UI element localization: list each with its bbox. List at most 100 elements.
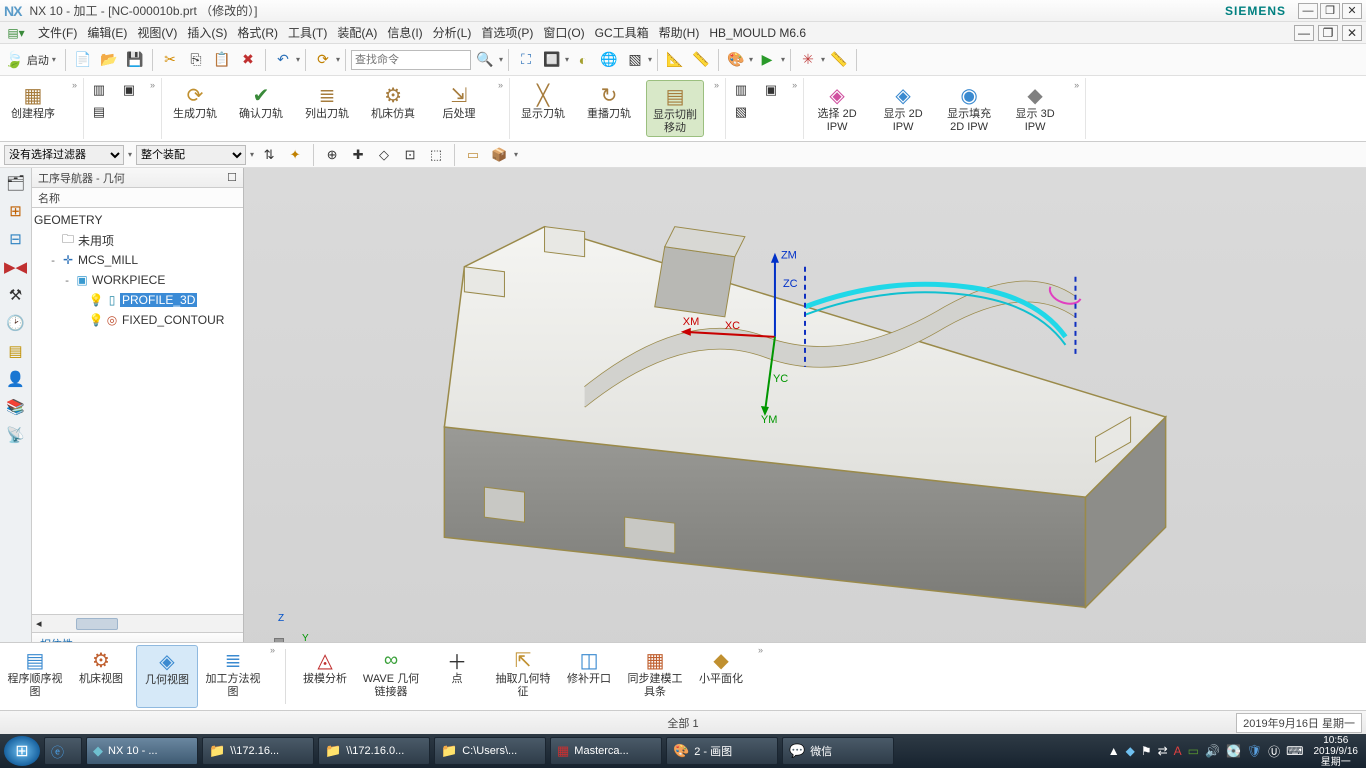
tree-workpiece[interactable]: -▣WORKPIECE — [32, 270, 243, 290]
childwin-close[interactable]: ✕ — [1342, 25, 1362, 41]
unit-icon[interactable]: 📦 — [488, 145, 510, 165]
snap1-icon[interactable]: ⊕ — [321, 145, 343, 165]
tray-a-icon[interactable]: A — [1174, 744, 1182, 758]
select-2dipw-button[interactable]: ◈选择 2D IPW — [808, 80, 866, 135]
menu-prefs[interactable]: 首选项(P) — [481, 24, 533, 41]
task-item[interactable]: 📁\\172.16... — [202, 737, 314, 765]
group4-expander[interactable]: » — [1072, 80, 1081, 90]
snap2-icon[interactable]: ✚ — [347, 145, 369, 165]
rail-machine-icon[interactable]: ⚒ — [3, 282, 29, 308]
tree-unused[interactable]: 🗀未用项 — [32, 230, 243, 250]
box-icon[interactable]: ▭ — [462, 145, 484, 165]
menu-assembly[interactable]: 装配(A) — [337, 24, 377, 41]
show-toolpath-button[interactable]: ╳显示刀轨 — [514, 80, 572, 123]
group2-expander[interactable]: » — [496, 80, 505, 90]
green-flag-icon[interactable]: ▶ — [755, 48, 779, 72]
repeat-drop[interactable]: ▾ — [336, 55, 340, 64]
pin-icon[interactable]: ☐ — [227, 171, 237, 184]
menu-gctoolbox[interactable]: GC工具箱 — [595, 24, 649, 41]
menu-icon[interactable]: ▤▾ — [4, 21, 28, 45]
rail-part-nav-icon[interactable]: 🗂 — [3, 170, 29, 196]
3d-viewport[interactable]: ZM ZC XM XC YC YM Z Y X — [244, 168, 1366, 676]
method-view[interactable]: ≣加工方法视图 — [202, 645, 264, 708]
wire-icon[interactable]: ✳ — [796, 48, 820, 72]
snap4-icon[interactable]: ⊡ — [399, 145, 421, 165]
undo-button[interactable]: ↶ — [271, 48, 295, 72]
geometry-view[interactable]: ◈几何视图 — [136, 645, 198, 708]
show-fill-2dipw-button[interactable]: ◉显示填充 2D IPW — [940, 80, 998, 135]
sync-model-toolbar[interactable]: ▦同步建模工具条 — [624, 645, 686, 708]
menu-analysis[interactable]: 分析(L) — [433, 24, 472, 41]
sm-1[interactable]: ▥ — [88, 80, 110, 100]
cut-button[interactable]: ✂ — [158, 48, 182, 72]
show-cut-moves-button[interactable]: ▤显示切削移动 — [646, 80, 704, 137]
zoom-icon[interactable]: 🔲 — [540, 48, 564, 72]
machine-sim-button[interactable]: ⚙机床仿真 — [364, 80, 422, 123]
maximize-button[interactable]: ❐ — [1320, 3, 1340, 19]
tree-geometry[interactable]: GEOMETRY — [32, 210, 243, 230]
globe-icon[interactable]: 🌐 — [597, 48, 621, 72]
nav-column-header[interactable]: 名称 — [32, 188, 243, 208]
facet-button[interactable]: ◆小平面化 — [690, 645, 752, 708]
sm-2[interactable]: ▤ — [88, 102, 110, 122]
operation-tree[interactable]: GEOMETRY 🗀未用项 -✛MCS_MILL -▣WORKPIECE 💡▯P… — [32, 208, 243, 614]
tray-usb-icon[interactable]: Ⓤ — [1268, 743, 1280, 760]
task-item[interactable]: 📁\\172.16.0... — [318, 737, 430, 765]
wave-linker[interactable]: ∞WAVE 几何链接器 — [360, 645, 422, 708]
task-item[interactable]: 🎨2 - 画图 — [666, 737, 778, 765]
menu-insert[interactable]: 插入(S) — [187, 24, 227, 41]
show-2dipw-button[interactable]: ◈显示 2D IPW — [874, 80, 932, 135]
close-button[interactable]: ✕ — [1342, 3, 1362, 19]
delete-button[interactable]: ✖ — [236, 48, 260, 72]
launch-button[interactable]: 🍃 启动 ▾ — [4, 50, 56, 70]
command-search[interactable] — [351, 50, 471, 70]
selfilter-icon[interactable]: ⇅ — [258, 145, 280, 165]
machine-view[interactable]: ⚙机床视图 — [70, 645, 132, 708]
point-button[interactable]: ＋点 — [426, 645, 488, 708]
sm-5[interactable]: ▧ — [730, 102, 752, 122]
extract-geom[interactable]: ⇱抽取几何特征 — [492, 645, 554, 708]
bottom-exp2[interactable]: » — [756, 645, 765, 708]
verify-toolpath-button[interactable]: ✔确认刀轨 — [232, 80, 290, 123]
group1-expander[interactable]: » — [70, 80, 79, 90]
rail-assembly-icon[interactable]: ⊞ — [3, 198, 29, 224]
childwin-min[interactable]: — — [1294, 25, 1314, 41]
repeat-button[interactable]: ⟳ — [311, 48, 335, 72]
measure-icon[interactable]: 📐 — [663, 48, 687, 72]
snap3-icon[interactable]: ◇ — [373, 145, 395, 165]
tray-up-icon[interactable]: ▲ — [1108, 744, 1120, 758]
show-3dipw-button[interactable]: ◆显示 3D IPW — [1006, 80, 1064, 135]
start-button[interactable]: ⊞ — [4, 736, 40, 766]
undo-drop[interactable]: ▾ — [296, 55, 300, 64]
tray-flag-icon[interactable]: ⚑ — [1141, 744, 1152, 758]
selmode1-icon[interactable]: ✦ — [284, 145, 306, 165]
menu-info[interactable]: 信息(I) — [387, 24, 422, 41]
minimize-button[interactable]: — — [1298, 3, 1318, 19]
bottom-exp1[interactable]: » — [268, 645, 277, 708]
create-program-button[interactable]: ▦创建程序 — [4, 80, 62, 123]
menu-file[interactable]: 文件(F) — [38, 24, 77, 41]
postprocess-button[interactable]: ⇲后处理 — [430, 80, 488, 123]
draft-analysis[interactable]: ◬拔模分析 — [294, 645, 356, 708]
menu-tools[interactable]: 工具(T) — [288, 24, 327, 41]
tray-vol-icon[interactable]: 🔊 — [1205, 744, 1220, 758]
menu-window[interactable]: 窗口(O) — [543, 24, 584, 41]
childwin-max[interactable]: ❐ — [1318, 25, 1338, 41]
palette-icon[interactable]: 🎨 — [724, 48, 748, 72]
tray-net-icon[interactable]: ⇄ — [1158, 744, 1168, 758]
tree-fixedcontour[interactable]: 💡◎FIXED_CONTOUR — [32, 310, 243, 330]
group2s-expander[interactable]: » — [148, 80, 157, 90]
rail-op-nav-icon[interactable]: ▶◀ — [3, 254, 29, 280]
snap5-icon[interactable]: ⬚ — [425, 145, 447, 165]
rail-roles-icon[interactable]: 👤 — [3, 366, 29, 392]
replay-toolpath-button[interactable]: ↻重播刀轨 — [580, 80, 638, 123]
tray-shield-icon[interactable]: ◆ — [1126, 744, 1135, 758]
copy-button[interactable]: ⎘ — [184, 48, 208, 72]
tree-profile3d[interactable]: 💡▯PROFILE_3D — [32, 290, 243, 310]
render-mode-icon[interactable]: ▧ — [623, 48, 647, 72]
tray-nv-icon[interactable]: ▭ — [1188, 744, 1199, 758]
sm-3[interactable]: ▣ — [118, 80, 140, 100]
menu-edit[interactable]: 编辑(E) — [87, 24, 127, 41]
tray-clock[interactable]: 10:56 2019/9/16 星期一 — [1314, 735, 1359, 768]
menu-format[interactable]: 格式(R) — [237, 24, 278, 41]
